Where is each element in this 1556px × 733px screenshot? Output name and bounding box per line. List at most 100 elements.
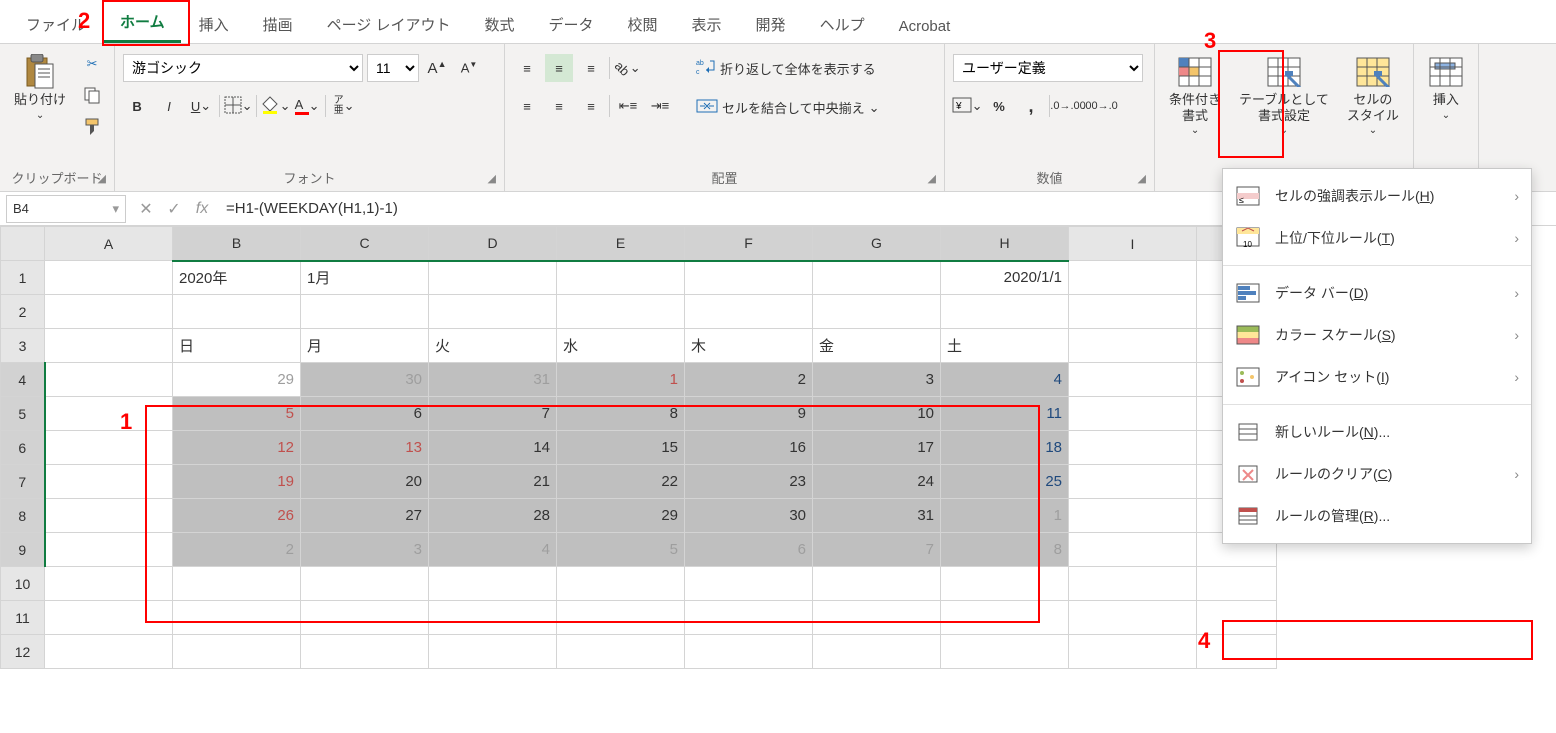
cell[interactable]: 日 bbox=[173, 329, 301, 363]
increase-indent-button[interactable]: ⇥≡ bbox=[646, 92, 674, 120]
cell[interactable] bbox=[45, 499, 173, 533]
cell[interactable]: 5 bbox=[557, 533, 685, 567]
cell[interactable] bbox=[45, 465, 173, 499]
cell[interactable]: 木 bbox=[685, 329, 813, 363]
cell[interactable] bbox=[1197, 567, 1277, 601]
row-header-8[interactable]: 8 bbox=[1, 499, 45, 533]
cell[interactable]: 7 bbox=[429, 397, 557, 431]
font-size-select[interactable]: 11 bbox=[367, 54, 419, 82]
menu-top-bottom-rules[interactable]: 10 上位/下位ルール(T) › bbox=[1223, 217, 1531, 259]
cell[interactable]: 28 bbox=[429, 499, 557, 533]
cell[interactable] bbox=[941, 295, 1069, 329]
cell[interactable] bbox=[685, 261, 813, 295]
tab-page-layout[interactable]: ページ レイアウト bbox=[311, 4, 467, 43]
cell[interactable]: 土 bbox=[941, 329, 1069, 363]
fill-color-button[interactable]: ⌄ bbox=[261, 92, 289, 120]
menu-new-rule[interactable]: 新しいルール(N)... bbox=[1223, 411, 1531, 453]
tab-file[interactable]: ファイル bbox=[10, 4, 102, 43]
cell[interactable] bbox=[45, 329, 173, 363]
cell[interactable] bbox=[45, 261, 173, 295]
format-as-table-button[interactable]: テーブルとして 書式設定 ⌄ bbox=[1233, 50, 1335, 140]
cell[interactable] bbox=[557, 567, 685, 601]
cell[interactable] bbox=[301, 601, 429, 635]
row-header-11[interactable]: 11 bbox=[1, 601, 45, 635]
cell[interactable]: 4 bbox=[941, 363, 1069, 397]
cell[interactable] bbox=[685, 635, 813, 669]
cell[interactable] bbox=[941, 601, 1069, 635]
comma-button[interactable]: , bbox=[1017, 92, 1045, 120]
tab-view[interactable]: 表示 bbox=[676, 4, 738, 43]
cell[interactable]: 8 bbox=[941, 533, 1069, 567]
cell[interactable]: 2 bbox=[685, 363, 813, 397]
cell[interactable]: 4 bbox=[429, 533, 557, 567]
wrap-text-button[interactable]: abc 折り返して全体を表示する bbox=[690, 54, 886, 83]
cell[interactable] bbox=[813, 601, 941, 635]
cell[interactable] bbox=[813, 635, 941, 669]
col-header-D[interactable]: D bbox=[429, 227, 557, 261]
underline-button[interactable]: U⌄ bbox=[187, 92, 215, 120]
tab-insert[interactable]: 挿入 bbox=[183, 4, 245, 43]
cell[interactable]: 1月 bbox=[301, 261, 429, 295]
cell[interactable]: 1 bbox=[557, 363, 685, 397]
cell[interactable] bbox=[173, 635, 301, 669]
cell[interactable]: 27 bbox=[301, 499, 429, 533]
align-center-button[interactable]: ≡ bbox=[545, 92, 573, 120]
cell[interactable] bbox=[45, 295, 173, 329]
col-header-I[interactable]: I bbox=[1069, 227, 1197, 261]
menu-manage-rules[interactable]: ルールの管理(R)... bbox=[1223, 495, 1531, 537]
dialog-launcher-icon[interactable]: ◢ bbox=[98, 172, 106, 185]
row-header-2[interactable]: 2 bbox=[1, 295, 45, 329]
align-bottom-button[interactable]: ≡ bbox=[577, 54, 605, 82]
col-header-B[interactable]: B bbox=[173, 227, 301, 261]
cell[interactable]: 30 bbox=[301, 363, 429, 397]
cell[interactable] bbox=[557, 635, 685, 669]
cancel-formula-button[interactable]: ✕ bbox=[132, 199, 160, 219]
cell[interactable]: 6 bbox=[685, 533, 813, 567]
menu-highlight-cells-rules[interactable]: ≤ セルの強調表示ルール(H) › bbox=[1223, 175, 1531, 217]
cell[interactable] bbox=[813, 567, 941, 601]
insert-cells-button[interactable]: 挿入 ⌄ bbox=[1422, 50, 1470, 125]
cell[interactable]: 3 bbox=[301, 533, 429, 567]
borders-button[interactable]: ⌄ bbox=[224, 92, 252, 120]
cell[interactable]: 22 bbox=[557, 465, 685, 499]
row-header-6[interactable]: 6 bbox=[1, 431, 45, 465]
cell[interactable] bbox=[429, 601, 557, 635]
cell[interactable]: 26 bbox=[173, 499, 301, 533]
italic-button[interactable]: I bbox=[155, 92, 183, 120]
cell[interactable] bbox=[685, 567, 813, 601]
cell[interactable]: 2 bbox=[173, 533, 301, 567]
cell[interactable] bbox=[45, 567, 173, 601]
cell-styles-button[interactable]: セルの スタイル ⌄ bbox=[1341, 50, 1405, 140]
cell[interactable]: 月 bbox=[301, 329, 429, 363]
cell[interactable] bbox=[1069, 465, 1197, 499]
col-header-C[interactable]: C bbox=[301, 227, 429, 261]
cell[interactable]: 14 bbox=[429, 431, 557, 465]
cell[interactable] bbox=[45, 397, 173, 431]
tab-data[interactable]: データ bbox=[533, 4, 610, 43]
tab-home[interactable]: ホーム bbox=[104, 1, 181, 43]
cell[interactable] bbox=[1069, 601, 1197, 635]
conditional-formatting-button[interactable]: 条件付き 書式 ⌄ bbox=[1163, 50, 1227, 140]
align-left-button[interactable]: ≡ bbox=[513, 92, 541, 120]
tab-acrobat[interactable]: Acrobat bbox=[883, 8, 967, 43]
cell[interactable]: 6 bbox=[301, 397, 429, 431]
col-header-E[interactable]: E bbox=[557, 227, 685, 261]
font-color-button[interactable]: A⌄ bbox=[293, 92, 321, 120]
cell[interactable] bbox=[685, 601, 813, 635]
menu-clear-rules[interactable]: ルールのクリア(C) › bbox=[1223, 453, 1531, 495]
cell[interactable] bbox=[45, 431, 173, 465]
align-middle-button[interactable]: ≡ bbox=[545, 54, 573, 82]
row-header-10[interactable]: 10 bbox=[1, 567, 45, 601]
cell[interactable] bbox=[941, 635, 1069, 669]
tab-help[interactable]: ヘルプ bbox=[804, 4, 881, 43]
row-header-5[interactable]: 5 bbox=[1, 397, 45, 431]
cell[interactable] bbox=[301, 635, 429, 669]
col-header-H[interactable]: H bbox=[941, 227, 1069, 261]
percent-button[interactable]: % bbox=[985, 92, 1013, 120]
insert-function-button[interactable]: fx bbox=[188, 200, 216, 218]
font-name-select[interactable]: 游ゴシック bbox=[123, 54, 363, 82]
cell[interactable]: 31 bbox=[813, 499, 941, 533]
cell[interactable] bbox=[173, 295, 301, 329]
cell[interactable] bbox=[1069, 363, 1197, 397]
cell[interactable]: 火 bbox=[429, 329, 557, 363]
